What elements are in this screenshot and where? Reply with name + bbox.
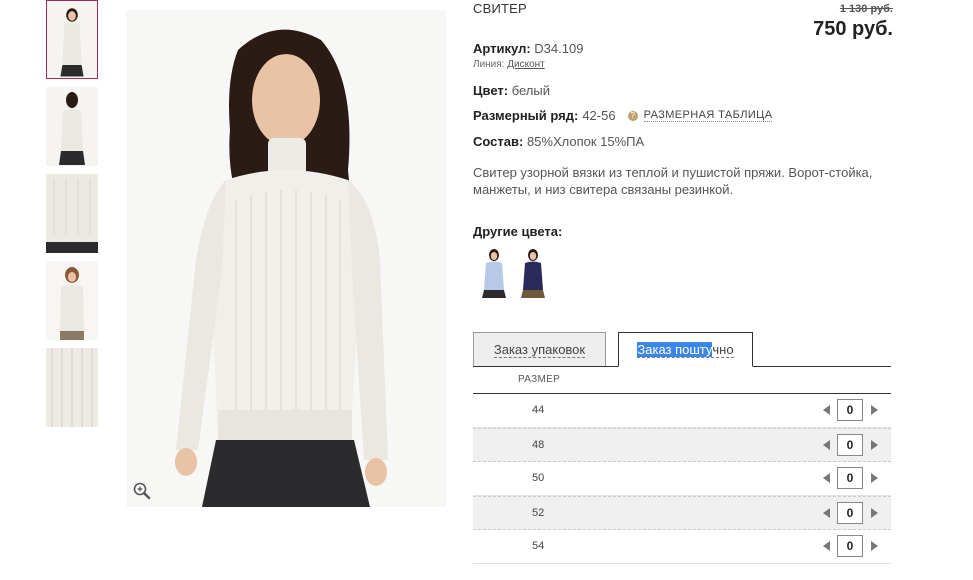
size-value: 48 [532,439,545,451]
main-product-image[interactable] [126,10,446,507]
tab-pack-order[interactable]: Заказ упаковок [473,332,606,366]
thumbnail-model-2[interactable] [46,261,98,340]
order-tabs: Заказ упаковок Заказ поштучно [473,332,891,367]
current-price: 750 руб. [813,18,893,40]
size-row: 50 [473,462,891,496]
tab-piece-order[interactable]: Заказ поштучно [618,332,753,367]
quantity-stepper [821,434,879,456]
decrement-button[interactable] [821,467,831,489]
product-title: СВИТЕР [473,1,527,16]
composition-row: Состав: 85%Хлопок 15%ПА [473,134,644,149]
article-row: Артикул: D34.109 [473,41,583,56]
old-price: 1 130 руб. [839,3,893,15]
article-label: Артикул: [473,41,531,56]
help-icon: ? [627,110,638,121]
product-description: Свитер узорной вязки из теплой и пушисто… [473,165,873,197]
quantity-input[interactable] [837,399,863,421]
decrement-button[interactable] [821,535,831,557]
increment-button[interactable] [869,467,879,489]
decrement-button[interactable] [821,434,831,456]
arrow-left-icon [822,440,830,450]
color-label: Цвет: [473,83,509,98]
thumbnail-front[interactable] [46,0,98,79]
quantity-input[interactable] [837,502,863,524]
other-colors-label: Другие цвета: [473,224,563,239]
color-value: белый [511,83,550,98]
increment-button[interactable] [869,502,879,524]
size-row: 52 [473,496,891,530]
tab-piece-order-label: Заказ поштучно [637,341,734,358]
arrow-right-icon [870,405,878,415]
line-label: Линия: [473,59,505,70]
size-table: РАЗМЕР 44 48 50 52 54 [473,368,891,564]
quantity-input[interactable] [837,434,863,456]
size-range-row: Размерный ряд: 42-56 ? РАЗМЕРНАЯ ТАБЛИЦА [473,108,773,123]
arrow-left-icon [822,405,830,415]
color-swatch-light-blue[interactable] [478,246,510,300]
size-range-value: 42-56 [582,108,616,123]
zoom-icon[interactable] [132,481,152,501]
quantity-stepper [821,467,879,489]
arrow-left-icon [822,473,830,483]
line-row: Линия: Дисконт [473,59,545,70]
thumbnail-texture[interactable] [46,348,98,427]
size-value: 54 [532,540,545,552]
size-value: 44 [532,404,545,416]
size-value: 52 [532,507,545,519]
unselected-text: чно [712,341,734,357]
quantity-stepper [821,535,879,557]
size-row: 48 [473,428,891,462]
color-swatch-navy[interactable] [517,246,549,300]
decrement-button[interactable] [821,399,831,421]
size-table-link[interactable]: ? РАЗМЕРНАЯ ТАБЛИЦА [627,109,773,122]
article-value: D34.109 [534,41,584,56]
arrow-left-icon [822,508,830,518]
size-column-header: РАЗМЕР [473,368,891,394]
quantity-input[interactable] [837,467,863,489]
color-row: Цвет: белый [473,83,550,98]
size-row: 44 [473,394,891,428]
arrow-right-icon [870,440,878,450]
increment-button[interactable] [869,399,879,421]
selected-text: Заказ пошту [637,341,713,357]
increment-button[interactable] [869,535,879,557]
line-link[interactable]: Дисконт [507,59,545,70]
arrow-right-icon [870,473,878,483]
tab-pack-order-label: Заказ упаковок [493,341,586,358]
arrow-right-icon [870,508,878,518]
quantity-stepper [821,399,879,421]
thumbnail-back[interactable] [46,87,98,166]
product-photo [126,10,446,507]
thumbnail-detail[interactable] [46,174,98,253]
size-range-label: Размерный ряд: [473,108,579,123]
size-table-link-label: РАЗМЕРНАЯ ТАБЛИЦА [643,109,773,122]
thumbnail-list [46,0,98,435]
quantity-input[interactable] [837,535,863,557]
size-value: 50 [532,472,545,484]
increment-button[interactable] [869,434,879,456]
size-row: 54 [473,530,891,564]
decrement-button[interactable] [821,502,831,524]
quantity-stepper [821,502,879,524]
composition-label: Состав: [473,134,524,149]
arrow-left-icon [822,541,830,551]
arrow-right-icon [870,541,878,551]
composition-value: 85%Хлопок 15%ПА [526,134,645,149]
